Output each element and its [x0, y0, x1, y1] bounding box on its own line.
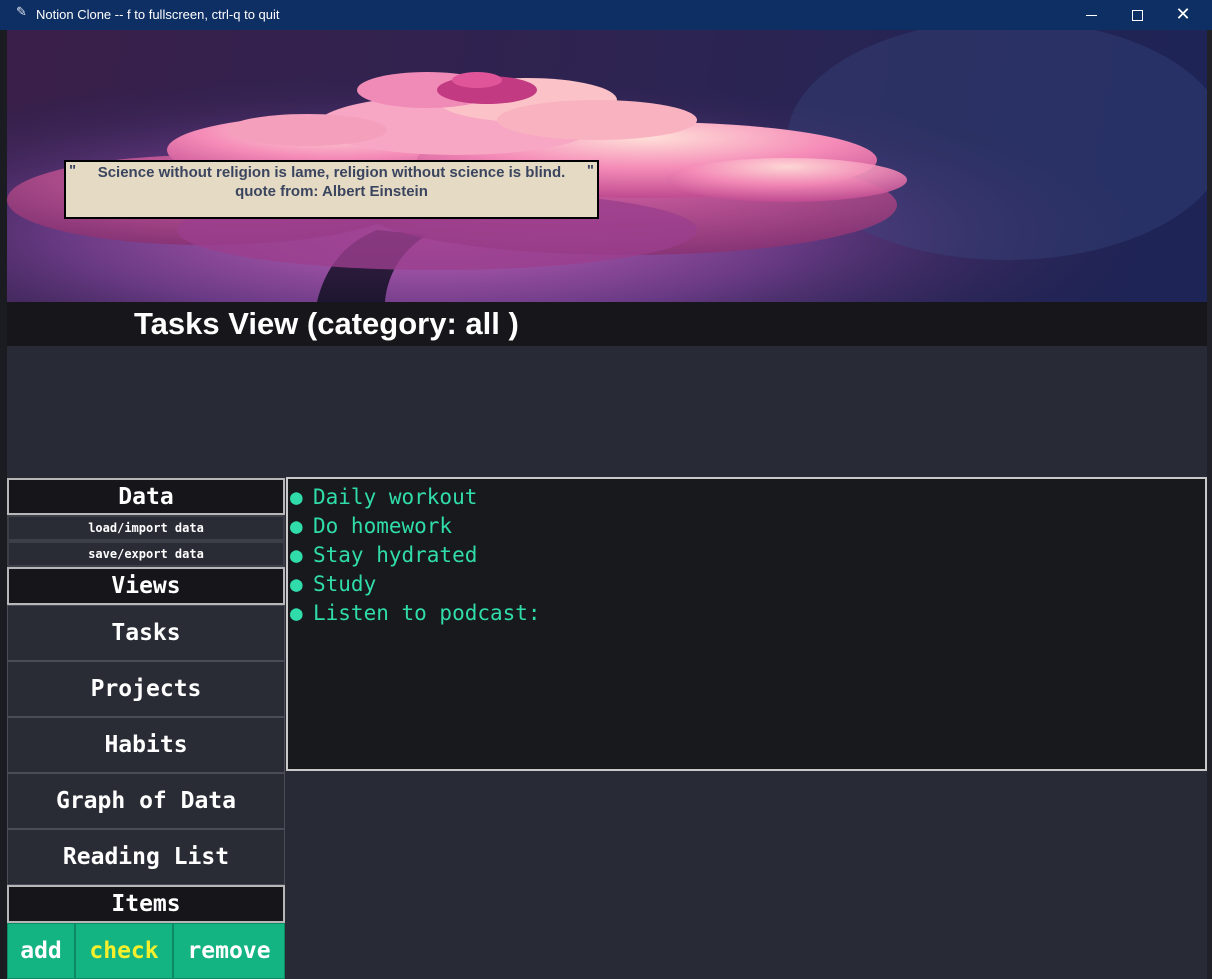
views-heading: Views — [7, 567, 285, 605]
nav-graph-button[interactable]: Graph of Data — [7, 773, 285, 829]
background-editor-strip — [0, 30, 7, 979]
close-button[interactable]: ✕ — [1160, 0, 1206, 30]
task-item[interactable]: ● Daily workout — [290, 483, 1205, 512]
task-item-label: Stay hydrated — [313, 543, 478, 567]
task-item[interactable]: ● Stay hydrated — [290, 541, 1205, 570]
bullet-icon: ● — [290, 572, 303, 596]
nav-tasks-button[interactable]: Tasks — [7, 605, 285, 661]
close-icon: ✕ — [1175, 4, 1191, 25]
window-titlebar: ✎ Notion Clone -- f to fullscreen, ctrl-… — [0, 0, 1212, 30]
task-item-label: Study — [313, 572, 377, 596]
page-header: Tasks View (category: all ) — [7, 302, 1207, 346]
items-heading: Items — [7, 885, 285, 923]
quote-text: Science without religion is lame, religi… — [97, 164, 566, 181]
task-list[interactable]: ● Daily workout ● Do homework ● Stay hydrat… — [286, 477, 1207, 771]
quote-author: quote from: Albert Einstein — [235, 183, 428, 200]
task-item-label: Daily workout — [313, 485, 478, 509]
nav-projects-button[interactable]: Projects — [7, 661, 285, 717]
nav-reading-list-button[interactable]: Reading List — [7, 829, 285, 885]
data-heading: Data — [7, 478, 285, 515]
nav-habits-button[interactable]: Habits — [7, 717, 285, 773]
maximize-button[interactable] — [1114, 0, 1160, 30]
save-export-button[interactable]: save/export data — [7, 541, 285, 567]
bullet-icon: ● — [290, 485, 303, 509]
load-import-button[interactable]: load/import data — [7, 515, 285, 541]
quote-close-mark: " — [586, 162, 594, 179]
task-item[interactable]: ● Study — [290, 570, 1205, 599]
task-item-label: Do homework — [313, 514, 453, 538]
add-button[interactable]: add — [7, 923, 75, 979]
minimize-button[interactable] — [1068, 0, 1114, 30]
banner-image: " Science without religion is lame, reli… — [7, 30, 1207, 302]
minimize-icon — [1085, 14, 1097, 16]
window-title: Notion Clone -- f to fullscreen, ctrl-q … — [36, 7, 280, 22]
bullet-icon: ● — [290, 543, 303, 567]
feather-icon: ✎ — [16, 5, 27, 20]
task-item-label: Listen to podcast: — [313, 601, 541, 625]
bullet-icon: ● — [290, 514, 303, 538]
quote-box: " Science without religion is lame, reli… — [64, 160, 599, 219]
check-button[interactable]: check — [75, 923, 173, 979]
bullet-icon: ● — [290, 601, 303, 625]
maximize-icon — [1131, 9, 1143, 21]
remove-button[interactable]: remove — [173, 923, 285, 979]
page-title: Tasks View (category: all ) — [134, 306, 519, 341]
task-item[interactable]: ● Do homework — [290, 512, 1205, 541]
task-item[interactable]: ● Listen to podcast: — [290, 599, 1205, 628]
window-edge — [1207, 30, 1212, 979]
